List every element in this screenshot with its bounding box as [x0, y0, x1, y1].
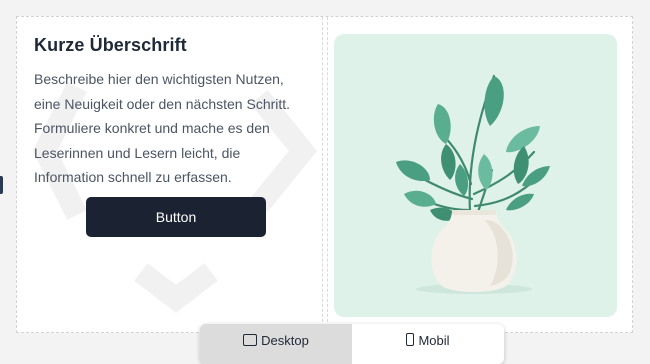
text-column: Kurze Überschrift Beschreibe hier den wi… [17, 17, 322, 332]
headline[interactable]: Kurze Überschrift [34, 35, 187, 56]
phone-icon [406, 333, 415, 346]
monitor-icon [243, 334, 258, 346]
mobile-view-button[interactable]: Mobil [352, 324, 504, 364]
cta-button[interactable]: Button [86, 197, 266, 237]
view-toggle: Desktop Mobil [200, 324, 504, 364]
panel-resize-handle[interactable] [0, 176, 3, 194]
column-divider[interactable] [322, 17, 328, 332]
plant-illustration [396, 74, 550, 294]
editor-canvas: Kurze Überschrift Beschreibe hier den wi… [0, 0, 650, 364]
desktop-view-label: Desktop [261, 333, 309, 348]
desktop-view-button[interactable]: Desktop [200, 324, 352, 364]
body-text[interactable]: Beschreibe hier den wichtigsten Nutzen, … [34, 67, 314, 190]
mobile-view-label: Mobil [418, 333, 450, 348]
image-column[interactable] [334, 34, 617, 317]
content-block: Kurze Überschrift Beschreibe hier den wi… [16, 16, 633, 333]
